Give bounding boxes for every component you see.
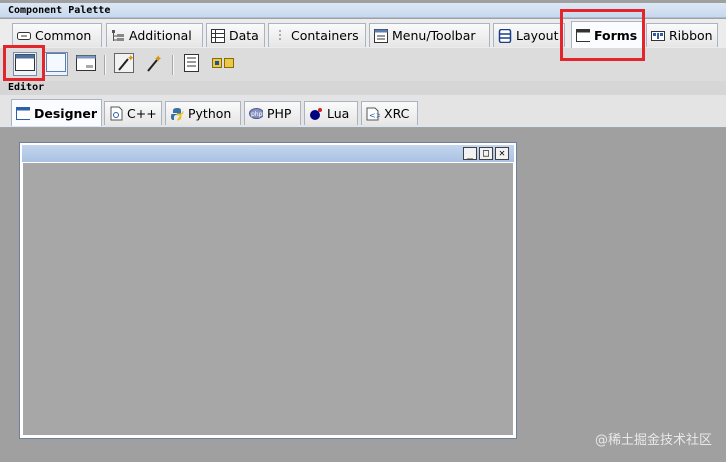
lua-icon [309,107,323,121]
tab-php[interactable]: php PHP [244,101,301,125]
tab-label: Designer [34,105,98,121]
tab-menu-toolbar[interactable]: Menu/Toolbar [369,23,490,47]
tab-python[interactable]: Python [165,101,241,125]
frame-icon [15,54,35,74]
menubar-tool-button[interactable] [180,52,204,76]
maximize-button[interactable]: □ [479,147,493,160]
frame-tool-button[interactable] [13,52,37,76]
tab-lua[interactable]: Lua [304,101,358,125]
tab-label: Layout [516,28,559,43]
tab-additional[interactable]: Additional [106,23,203,47]
wizard-tool-button[interactable]: ✦ [112,52,136,76]
xrc-icon: <> [366,107,380,121]
watermark: @稀土掘金技术社区 [594,433,712,448]
cpp-file-icon [109,106,123,121]
frame-client-area[interactable] [23,163,513,435]
wizard-page-icon: ✦ [143,53,163,76]
close-button[interactable]: ✕ [495,147,509,160]
svg-text:php: php [251,111,263,118]
toolbar-icon [212,56,234,73]
wizard-page-tool-button[interactable]: ✦ [141,52,165,76]
minimize-button[interactable]: _ [463,147,477,160]
tab-label: Forms [594,27,638,43]
svg-text:✦: ✦ [154,54,162,65]
grid-icon [211,28,225,43]
palette-toolbar [0,48,726,82]
tab-label: Common [35,28,92,43]
tab-designer[interactable]: Designer [11,99,102,126]
design-frame-window[interactable]: _ □ ✕ [19,142,517,439]
editor-header: Editor [0,81,726,95]
svg-text:✦: ✦ [127,54,134,64]
wizard-icon: ✦ [114,52,135,76]
toolbar-separator [172,55,173,75]
dialog-icon [76,54,96,74]
tab-label: Containers [291,28,359,43]
tab-forms[interactable]: Forms [571,21,643,48]
toolbar-separator [104,55,105,75]
tab-ribbon[interactable]: Ribbon [646,23,718,47]
toolbar-tool-button[interactable] [211,52,235,76]
svg-text:<>: <> [369,111,380,120]
component-palette-header: Component Palette [0,3,726,18]
tab-layout[interactable]: Layout [493,23,565,47]
tab-label: Ribbon [669,28,713,43]
dialog-tool-button[interactable] [74,52,98,76]
panel-icon [46,53,66,75]
tab-label: PHP [267,106,292,121]
tab-cpp[interactable]: C++ [104,101,162,125]
frame-icon [576,28,590,42]
tab-containers[interactable]: Containers [268,23,366,47]
tab-label: Menu/Toolbar [392,28,476,43]
tab-label: Additional [129,28,192,43]
tab-label: C++ [127,106,157,121]
tab-data[interactable]: Data [206,23,265,47]
tab-label: Lua [327,106,350,121]
tab-xrc[interactable]: <> XRC [361,101,418,125]
tab-label: XRC [384,106,410,121]
python-icon [170,107,184,121]
sizer-icon [498,28,512,43]
tree-icon [111,29,125,43]
ribbon-icon [651,29,665,43]
menu-icon [374,28,388,43]
designer-icon [16,106,30,120]
panel-icon [273,29,287,43]
menubar-icon [182,53,202,76]
tab-label: Python [188,106,232,121]
tab-label: Data [229,28,259,43]
panel-tool-button[interactable] [44,52,68,76]
tab-common[interactable]: Common [12,23,102,47]
php-icon: php [249,107,263,121]
frame-titlebar[interactable]: _ □ ✕ [22,145,514,162]
button-icon [17,29,31,43]
